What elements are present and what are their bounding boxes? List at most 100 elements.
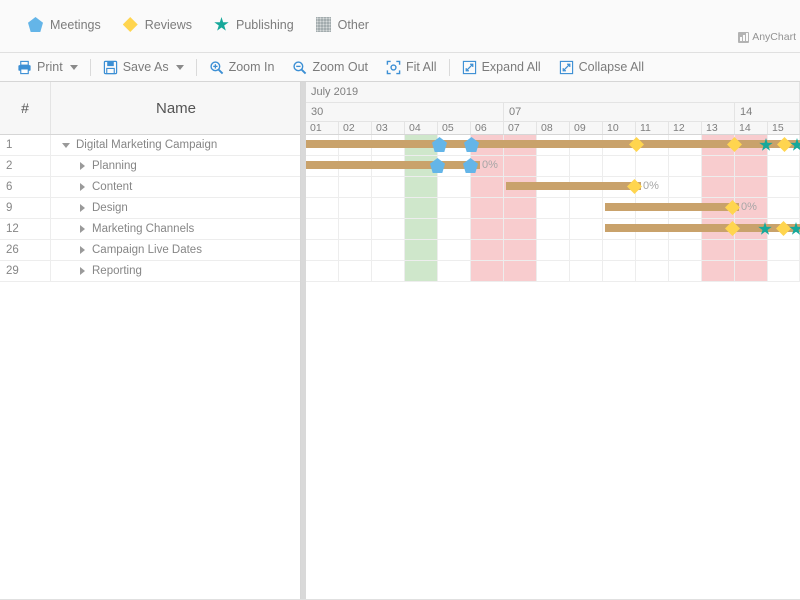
anychart-logo-icon bbox=[738, 31, 750, 43]
row-name-cell: Content bbox=[51, 177, 300, 197]
zoom-out-icon bbox=[293, 60, 307, 74]
legend-item-reviews[interactable]: Reviews bbox=[122, 17, 192, 32]
toolbar-separator bbox=[195, 58, 197, 76]
toolbar-button-label: Zoom In bbox=[228, 60, 275, 74]
timeline-header-weeks: 30 07 14 bbox=[306, 103, 800, 122]
row-name-label: Planning bbox=[92, 160, 137, 172]
toolbar-separator bbox=[89, 58, 91, 76]
row-index: 1 bbox=[0, 135, 51, 155]
row-index: 2 bbox=[0, 156, 51, 176]
timeline-row[interactable]: 0% bbox=[306, 177, 800, 198]
gantt-task-bar[interactable] bbox=[605, 203, 739, 211]
chevron-down-icon bbox=[175, 64, 184, 70]
gantt-parent-bar[interactable] bbox=[306, 140, 800, 148]
legend-item-label: Publishing bbox=[235, 17, 294, 32]
anychart-credits[interactable]: AnyChart bbox=[738, 31, 796, 43]
progress-label: 0% bbox=[741, 201, 757, 213]
row-name-cell: Design bbox=[51, 198, 300, 218]
toolbar-separator bbox=[448, 58, 450, 76]
expand-all-button[interactable]: Expand All bbox=[453, 53, 550, 81]
row-index: 29 bbox=[0, 261, 51, 281]
row-index: 6 bbox=[0, 177, 51, 197]
collapse-toggle-icon[interactable] bbox=[59, 138, 73, 152]
chevron-right-icon bbox=[79, 267, 85, 275]
gantt-application: Meetings Reviews Publishing Other AnyChart … bbox=[0, 0, 800, 600]
timeline-row[interactable] bbox=[306, 240, 800, 261]
anychart-credits-label: AnyChart bbox=[752, 31, 796, 43]
table-row[interactable]: 2 Planning bbox=[0, 156, 300, 177]
table-row[interactable]: 1 Digital Marketing Campaign bbox=[0, 135, 300, 156]
timeline-day-cell: 08 bbox=[537, 122, 570, 134]
timeline-day-cell: 07 bbox=[504, 122, 537, 134]
timeline-row[interactable]: 0% bbox=[306, 198, 800, 219]
legend-item-label: Meetings bbox=[50, 17, 101, 32]
row-name-label: Reporting bbox=[92, 265, 142, 277]
timeline-row[interactable] bbox=[306, 219, 800, 240]
timeline: July 2019 30 07 14 01 02 03 04 05 06 07 08 09 10 11 1… bbox=[306, 82, 800, 599]
row-index: 9 bbox=[0, 198, 51, 218]
expand-all-icon bbox=[462, 60, 476, 74]
timeline-day-cell: 06 bbox=[471, 122, 504, 134]
expand-toggle-icon[interactable] bbox=[75, 180, 89, 194]
chevron-down-icon bbox=[62, 142, 70, 148]
expand-toggle-icon[interactable] bbox=[75, 264, 89, 278]
timeline-body[interactable]: 0% 0% 0% bbox=[306, 135, 800, 599]
table-row[interactable]: 29 Reporting bbox=[0, 261, 300, 282]
timeline-row[interactable] bbox=[306, 135, 800, 156]
legend-item-publishing[interactable]: Publishing bbox=[214, 17, 294, 32]
save-as-button[interactable]: Save As bbox=[94, 53, 193, 81]
timeline-day-cell: 10 bbox=[603, 122, 636, 134]
diamond-icon bbox=[122, 17, 138, 32]
gantt-task-bar[interactable] bbox=[306, 161, 480, 169]
expand-toggle-icon[interactable] bbox=[75, 201, 89, 215]
row-name-cell: Campaign Live Dates bbox=[51, 240, 300, 260]
timeline-day-cell: 05 bbox=[438, 122, 471, 134]
fit-all-icon bbox=[386, 60, 401, 74]
legend-item-label: Other bbox=[337, 17, 369, 32]
square-icon bbox=[315, 17, 331, 32]
column-header-index[interactable]: # bbox=[0, 82, 51, 134]
legend-item-meetings[interactable]: Meetings bbox=[28, 17, 101, 32]
column-header-name[interactable]: Name bbox=[51, 82, 301, 134]
timeline-day-cell: 13 bbox=[702, 122, 735, 134]
row-name-label: Content bbox=[92, 181, 133, 193]
data-grid-rows: 1 Digital Marketing Campaign 2 Planning 6 Con… bbox=[0, 135, 300, 282]
fit-all-button[interactable]: Fit All bbox=[377, 53, 446, 81]
timeline-day-cell: 15 bbox=[768, 122, 800, 134]
timeline-day-cell: 11 bbox=[636, 122, 669, 134]
zoom-out-button[interactable]: Zoom Out bbox=[283, 53, 377, 81]
toolbar-button-label: Zoom Out bbox=[312, 60, 369, 74]
expand-toggle-icon[interactable] bbox=[75, 159, 89, 173]
timeline-day-cell: 01 bbox=[306, 122, 339, 134]
row-index: 26 bbox=[0, 240, 51, 260]
collapse-all-button[interactable]: Collapse All bbox=[550, 53, 653, 81]
timeline-day-cell: 12 bbox=[669, 122, 702, 134]
timeline-row[interactable]: 0% bbox=[306, 156, 800, 177]
expand-toggle-icon[interactable] bbox=[75, 243, 89, 257]
toolbar-button-label: Fit All bbox=[406, 60, 437, 74]
grid-timeline-splitter[interactable] bbox=[301, 82, 306, 599]
legend-item-other[interactable]: Other bbox=[315, 17, 369, 32]
timeline-week-cell: 30 bbox=[306, 103, 504, 121]
data-grid-header: # Name bbox=[0, 82, 300, 135]
timeline-month-cell: July 2019 bbox=[306, 82, 800, 102]
zoom-in-button[interactable]: Zoom In bbox=[200, 53, 284, 81]
table-row[interactable]: 9 Design bbox=[0, 198, 300, 219]
timeline-header-days: 01 02 03 04 05 06 07 08 09 10 11 12 13 14 15 bbox=[306, 122, 800, 134]
table-row[interactable]: 12 Marketing Channels bbox=[0, 219, 300, 240]
printer-icon bbox=[18, 60, 31, 74]
gantt-task-bar[interactable] bbox=[605, 224, 800, 232]
row-index: 12 bbox=[0, 219, 51, 239]
gantt-task-bar[interactable] bbox=[506, 182, 641, 190]
progress-label: 0% bbox=[643, 180, 659, 192]
expand-toggle-icon[interactable] bbox=[75, 222, 89, 236]
data-grid: # Name 1 Digital Marketing Campaign 2 Plann… bbox=[0, 82, 301, 599]
table-row[interactable]: 26 Campaign Live Dates bbox=[0, 240, 300, 261]
print-button[interactable]: Print bbox=[8, 53, 87, 81]
chevron-down-icon bbox=[69, 64, 78, 70]
timeline-header-months: July 2019 bbox=[306, 82, 800, 103]
toolbar-button-label: Print bbox=[37, 60, 63, 74]
timeline-row[interactable] bbox=[306, 261, 800, 282]
table-row[interactable]: 6 Content bbox=[0, 177, 300, 198]
chevron-right-icon bbox=[79, 246, 85, 254]
